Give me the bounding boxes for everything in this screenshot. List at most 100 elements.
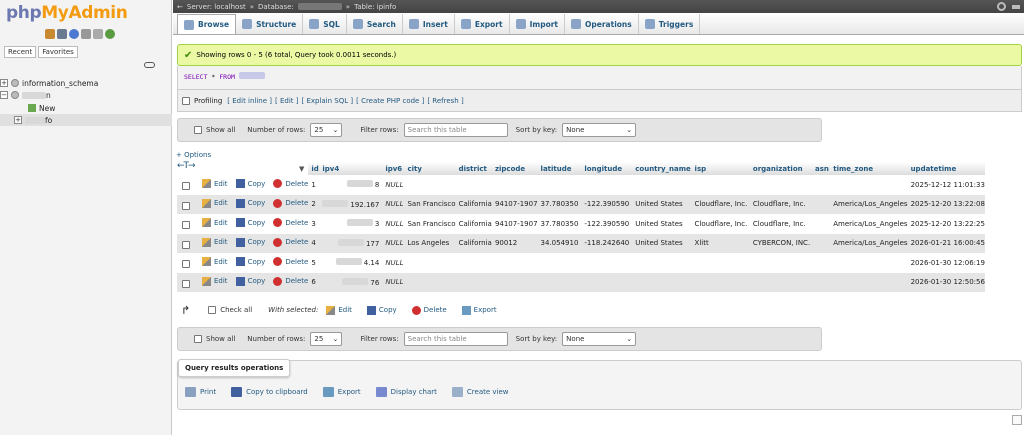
cell-isp[interactable]: [691, 175, 750, 195]
cell-country-name[interactable]: United States: [632, 194, 692, 214]
table-row[interactable]: Edit Copy Delete 5 4.14 NULL 2026-01-30 12:06:…: [177, 253, 985, 273]
row-delete-button[interactable]: Delete: [273, 276, 308, 286]
cell-id[interactable]: 6: [308, 272, 320, 292]
cell-updatetime[interactable]: 2025-12-12 11:01:33: [907, 175, 985, 195]
col-id[interactable]: id: [308, 162, 320, 175]
table-row[interactable]: Edit Copy Delete 1 8 NULL 2025-12-12 11:01:33: [177, 175, 985, 195]
tree-item-information-schema[interactable]: + information_schema: [0, 77, 172, 89]
cell-organization[interactable]: Cloudflare, Inc.: [749, 214, 812, 234]
cell-district[interactable]: California: [455, 233, 492, 253]
col-organization[interactable]: organization: [749, 162, 812, 175]
row-delete-button[interactable]: Delete: [273, 257, 308, 267]
cell-zipcode[interactable]: 94107-1907: [491, 194, 538, 214]
row-checkbox[interactable]: [182, 201, 190, 210]
cell-district[interactable]: [455, 272, 492, 292]
cell-zipcode[interactable]: 90012: [491, 233, 538, 253]
show-all-checkbox-bottom[interactable]: [194, 335, 202, 343]
bulk-delete-button[interactable]: Delete: [411, 305, 447, 315]
bulk-export-button[interactable]: Export: [461, 305, 497, 315]
row-copy-button[interactable]: Copy: [235, 257, 265, 267]
row-copy-button[interactable]: Copy: [235, 179, 265, 189]
tab-search[interactable]: Search: [347, 14, 403, 34]
cell-country-name[interactable]: United States: [632, 233, 692, 253]
tab-triggers[interactable]: Triggers: [639, 14, 701, 34]
sort-by-key-select-bottom[interactable]: None ⌄: [562, 332, 637, 346]
cell-zipcode[interactable]: [491, 253, 538, 273]
cell-time-zone[interactable]: [830, 253, 908, 273]
row-edit-button[interactable]: Edit: [202, 257, 228, 267]
settings-gear-icon[interactable]: [997, 2, 1006, 11]
cell-city[interactable]: [404, 272, 456, 292]
docs-icon[interactable]: [81, 29, 91, 39]
row-checkbox[interactable]: [182, 240, 190, 249]
cell-id[interactable]: 1: [308, 175, 320, 195]
cell-ipv4[interactable]: 4.14: [319, 253, 383, 273]
cell-updatetime[interactable]: 2026-01-21 16:00:45: [907, 233, 985, 253]
reload-icon[interactable]: [105, 29, 115, 39]
cell-city[interactable]: [404, 175, 456, 195]
explain-sql-link[interactable]: [ Explain SQL ]: [301, 97, 353, 105]
cell-isp[interactable]: [691, 272, 750, 292]
col-country-name[interactable]: country_name: [632, 162, 692, 175]
col-asn[interactable]: asn: [812, 162, 831, 175]
collapse-icon[interactable]: −: [0, 91, 8, 99]
cell-id[interactable]: 5: [308, 253, 320, 273]
cell-asn[interactable]: [812, 233, 831, 253]
print-button[interactable]: Print: [185, 387, 216, 397]
col-ipv4[interactable]: ipv4: [319, 162, 383, 175]
col-zipcode[interactable]: zipcode: [491, 162, 538, 175]
cell-district[interactable]: California: [455, 194, 492, 214]
row-edit-button[interactable]: Edit: [202, 198, 228, 208]
sql-query-box[interactable]: SELECT * FROM: [177, 66, 1022, 90]
row-copy-button[interactable]: Copy: [235, 198, 265, 208]
breadcrumb-table[interactable]: Table: ipinfo: [354, 3, 396, 11]
tab-browse[interactable]: Browse: [177, 14, 237, 34]
col-time-zone[interactable]: time_zone: [830, 162, 908, 175]
tree-item-table-ipinfo[interactable]: + fo: [0, 114, 172, 126]
cell-district[interactable]: [455, 175, 492, 195]
link-icon[interactable]: [144, 62, 155, 68]
options-link[interactable]: + Options: [176, 151, 211, 159]
row-checkbox[interactable]: [182, 279, 190, 288]
create-view-button[interactable]: Create view: [451, 387, 509, 397]
tab-export[interactable]: Export: [455, 14, 510, 34]
cell-country-name[interactable]: [632, 272, 692, 292]
cell-asn[interactable]: [812, 214, 831, 234]
cell-asn[interactable]: [812, 194, 831, 214]
cell-organization[interactable]: CYBERCON, INC.: [749, 233, 812, 253]
cell-ipv4[interactable]: 8: [319, 175, 383, 195]
cell-ipv4[interactable]: 76: [319, 272, 383, 292]
cell-updatetime[interactable]: 2025-12-20 13:22:08: [907, 194, 985, 214]
favorites-tab[interactable]: Favorites: [38, 46, 78, 58]
tab-operations[interactable]: Operations: [565, 14, 639, 34]
row-delete-button[interactable]: Delete: [273, 218, 308, 228]
cell-isp[interactable]: [691, 253, 750, 273]
cell-latitude[interactable]: 37.780350: [537, 194, 582, 214]
cell-country-name[interactable]: [632, 253, 692, 273]
row-delete-button[interactable]: Delete: [273, 198, 308, 208]
col-updatetime[interactable]: updatetime: [907, 162, 985, 175]
row-checkbox[interactable]: [182, 260, 190, 269]
profiling-checkbox[interactable]: [182, 96, 190, 105]
edit-inline-link[interactable]: [ Edit inline ]: [227, 97, 272, 105]
cell-latitude[interactable]: [537, 272, 582, 292]
tab-structure[interactable]: Structure: [236, 14, 304, 34]
cell-organization[interactable]: [749, 253, 812, 273]
cell-latitude[interactable]: [537, 253, 582, 273]
cell-zipcode[interactable]: [491, 175, 538, 195]
cell-zipcode[interactable]: 94107-1907: [491, 214, 538, 234]
cell-city[interactable]: San Francisco: [404, 214, 456, 234]
rows-per-page-select-bottom[interactable]: 25 ⌄: [310, 332, 343, 346]
filter-rows-input[interactable]: Search this table: [403, 123, 508, 137]
cell-district[interactable]: [455, 253, 492, 273]
cell-ipv6[interactable]: NULL: [382, 175, 405, 195]
cell-ipv6[interactable]: NULL: [382, 214, 405, 234]
cell-longitude[interactable]: [581, 253, 633, 273]
check-all-checkbox[interactable]: [208, 306, 217, 314]
col-longitude[interactable]: longitude: [581, 162, 633, 175]
copy-to-clipboard-button[interactable]: Copy to clipboard: [231, 387, 308, 397]
cell-district[interactable]: California: [455, 214, 492, 234]
breadcrumb-database[interactable]: Database:: [258, 3, 294, 11]
cell-ipv6[interactable]: NULL: [382, 272, 405, 292]
tab-import[interactable]: Import: [510, 14, 566, 34]
